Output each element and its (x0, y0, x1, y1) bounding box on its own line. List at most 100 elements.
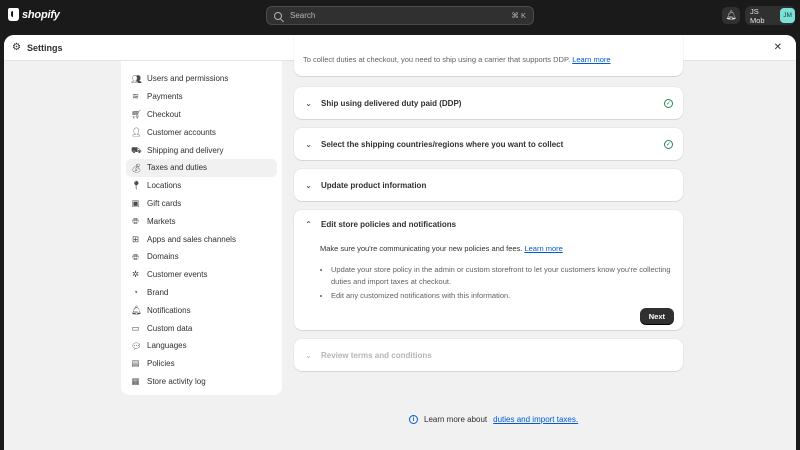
check-circle-icon: ✓ (664, 139, 673, 149)
step-description-text: Make sure you're communicating your new … (320, 244, 523, 253)
sidebar-item-notifications[interactable]: 🔔︎ Notifications (126, 301, 277, 319)
sidebar-item-locations[interactable]: 📍︎ Locations (126, 177, 277, 195)
search-placeholder: Search (290, 11, 316, 20)
notifications-button[interactable]: 🔔︎ (722, 7, 740, 24)
sidebar-item-apps[interactable]: ⊞ Apps and sales channels (126, 230, 277, 248)
footer-learn-more: i Learn more about duties and import tax… (409, 415, 578, 424)
bullet-item: Update your store policy in the admin or… (331, 264, 672, 287)
sidebar-item-label: Markets (147, 216, 176, 226)
avatar: JM (780, 8, 795, 23)
globe-icon: 🌐︎ (132, 216, 139, 227)
settings-sidebar: 👥︎ Users and permissions ≋ Payments 🛒︎ Chec… (121, 61, 282, 395)
step-title: Select the shipping countries/regions wh… (321, 139, 564, 149)
step-description: Make sure you're communicating your new … (320, 244, 672, 253)
shopify-logo[interactable]: shopify (8, 8, 60, 21)
step-policies-expanded: ⌃ Edit store policies and notifications … (294, 210, 683, 330)
next-button[interactable]: Next (639, 308, 674, 324)
chevron-down-icon: ⌄ (305, 98, 312, 108)
search-input[interactable]: Search ⌘ K (266, 6, 534, 25)
sidebar-item-label: Domains (147, 252, 179, 262)
step-policies-header[interactable]: ⌃ Edit store policies and notifications (294, 210, 683, 238)
events-icon: ✲ (131, 269, 140, 280)
ddp-learn-more-link[interactable]: Learn more (572, 55, 610, 64)
sidebar-item-label: Notifications (147, 305, 191, 315)
store-menu-button[interactable]: JS Mob JM (745, 6, 795, 25)
sidebar-item-label: Apps and sales channels (147, 234, 236, 244)
cart-icon: 🛒︎ (131, 109, 142, 120)
sidebar-item-label: Shipping and delivery (147, 145, 224, 155)
sidebar-item-checkout[interactable]: 🛒︎ Checkout (126, 106, 277, 124)
sidebar-item-custom-data[interactable]: ▭ Custom data (126, 319, 277, 337)
sidebar-item-label: Taxes and duties (147, 163, 208, 173)
step-product-info[interactable]: ⌄ Update product information (294, 169, 683, 201)
gift-card-icon: ▣ (131, 198, 140, 209)
sidebar-item-domains[interactable]: 🌐︎ Domains (126, 248, 277, 266)
sidebar-item-label: Users and permissions (147, 74, 229, 84)
step-title: Ship using delivered duty paid (DDP) (321, 98, 462, 108)
sidebar-item-customer-events[interactable]: ✲ Customer events (126, 266, 277, 284)
database-icon: ▭ (131, 322, 140, 333)
ddp-info-text: To collect duties at checkout, you need … (303, 55, 611, 64)
sidebar-item-taxes[interactable]: 💰︎ Taxes and duties (126, 158, 277, 177)
store-name: JS Mob (750, 6, 765, 25)
sidebar-item-label: Customer accounts (147, 127, 216, 137)
search-shortcut: ⌘ K (511, 11, 526, 20)
search-icon (274, 11, 282, 20)
step-bullets: Update your store policy in the admin or… (320, 264, 672, 302)
sidebar-item-label: Brand (147, 287, 169, 297)
money-bag-icon: 💰︎ (131, 162, 142, 173)
sidebar-item-markets[interactable]: 🌐︎ Markets (126, 212, 277, 230)
settings-window: ⚙ Settings ✕ 👥︎ Users and permissions ≋ Pa… (4, 35, 796, 450)
gear-icon: ⚙ (12, 41, 21, 53)
close-icon[interactable]: ✕ (774, 42, 782, 53)
sidebar-item-label: Policies (147, 359, 175, 369)
users-icon: 👥︎ (131, 73, 142, 84)
step-title: Update product information (321, 180, 427, 190)
sidebar-item-policies[interactable]: ▤ Policies (126, 355, 277, 373)
bell-icon: 🔔︎ (725, 10, 737, 20)
sidebar-item-label: Store activity log (147, 376, 206, 386)
shopify-bag-icon (8, 8, 19, 21)
sidebar-item-users[interactable]: 👥︎ Users and permissions (126, 70, 277, 88)
step-title: Edit store policies and notifications (321, 219, 457, 229)
settings-title: Settings (26, 42, 63, 53)
sidebar-item-label: Customer events (147, 270, 208, 280)
chevron-down-icon: ⌄ (305, 139, 312, 149)
info-icon: i (409, 415, 418, 424)
step-shipping-countries[interactable]: ⌄ Select the shipping countries/regions … (294, 128, 683, 160)
sidebar-item-label: Gift cards (147, 198, 182, 208)
step-review-terms: ⌄ Review terms and conditions (294, 339, 683, 371)
brand-name: shopify (22, 8, 60, 21)
sidebar-item-label: Locations (147, 181, 182, 191)
check-circle-icon: ✓ (664, 98, 673, 108)
sidebar-item-payments[interactable]: ≋ Payments (126, 88, 277, 106)
sidebar-item-label: Payments (147, 92, 183, 102)
sidebar-item-shipping[interactable]: ⛟ Shipping and delivery (126, 141, 277, 159)
sidebar-item-languages[interactable]: 💬︎ Languages (126, 337, 277, 355)
activity-log-icon: ▦ (131, 376, 140, 387)
location-icon: 📍︎ (131, 180, 142, 191)
learn-more-link[interactable]: Learn more (524, 244, 562, 253)
chevron-down-icon: ⌄ (305, 180, 312, 190)
sidebar-item-label: Languages (147, 341, 187, 351)
truck-icon: ⛟ (131, 144, 142, 155)
step-ddp[interactable]: ⌄ Ship using delivered duty paid (DDP) ✓ (294, 87, 683, 119)
ddp-info-body: To collect duties at checkout, you need … (303, 55, 571, 64)
apps-icon: ⊞ (131, 233, 140, 244)
chevron-up-icon: ⌃ (305, 219, 312, 229)
payments-icon: ≋ (131, 91, 140, 102)
bullet-item: Edit any customized notifications with t… (331, 290, 672, 302)
sidebar-item-label: Checkout (147, 109, 181, 119)
languages-icon: 💬︎ (131, 340, 142, 351)
duties-link[interactable]: duties and import taxes. (493, 415, 578, 424)
step-policies-body: Make sure you're communicating your new … (294, 244, 683, 302)
top-bar: shopify Search ⌘ K 🔔︎ JS Mob JM (0, 0, 800, 31)
domain-icon: 🌐︎ (132, 251, 139, 262)
sidebar-item-brand[interactable]: ◔ Brand (126, 284, 277, 302)
person-icon: 👤︎ (131, 127, 142, 138)
policies-icon: ▤ (131, 358, 140, 369)
sidebar-item-customer-accounts[interactable]: 👤︎ Customer accounts (126, 123, 277, 141)
sidebar-item-gift-cards[interactable]: ▣ Gift cards (126, 195, 277, 213)
sidebar-item-activity-log[interactable]: ▦ Store activity log (126, 373, 277, 391)
ddp-info-card: To collect duties at checkout, you need … (294, 35, 683, 76)
